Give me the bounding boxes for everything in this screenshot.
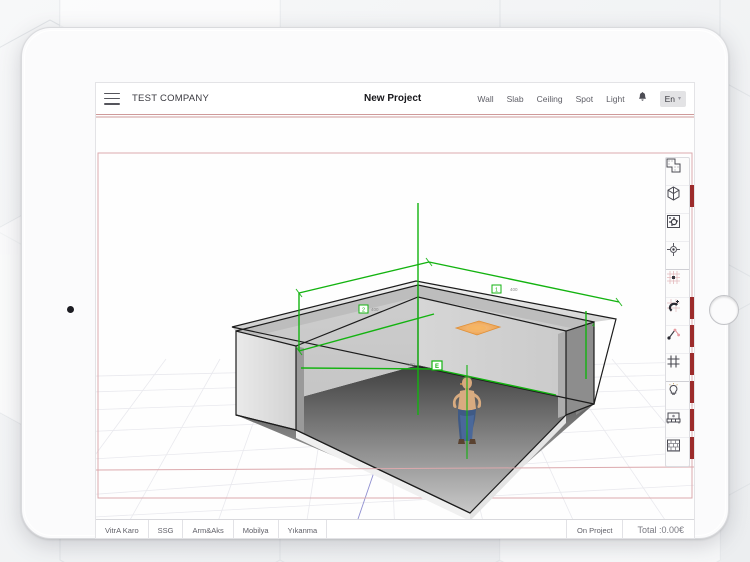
room-wall-front-left <box>236 331 296 430</box>
catalog-tab-vitra-karo[interactable]: VitrA Karo <box>96 520 149 539</box>
dimension-value-e: 500 <box>407 362 415 367</box>
grid-snap-tool-icon[interactable] <box>666 270 689 298</box>
language-selector[interactable]: En ▾ <box>660 91 686 107</box>
front-camera-icon <box>67 306 74 313</box>
top-navigation: Wall Slab Ceiling Spot Light En ▾ <box>477 91 688 107</box>
hamburger-menu-icon[interactable] <box>104 93 120 105</box>
dimension-label-2-text: 2 <box>362 308 365 314</box>
wall-thickness-left <box>296 346 304 433</box>
lightbulb-tool-icon[interactable] <box>666 382 689 410</box>
dimension-label-1-text: 1 <box>495 288 498 294</box>
3d-scene: 1 400 2 400 E 500 4 <box>96 115 694 519</box>
dimension-value-2: 400 <box>371 307 379 312</box>
company-name: TEST COMPANY <box>132 93 209 104</box>
rail-marker <box>690 297 694 319</box>
rail-marker <box>690 409 694 431</box>
grid-tool-icon[interactable] <box>666 354 689 382</box>
target-tool-icon[interactable] <box>666 242 689 270</box>
page-title: New Project <box>364 93 421 104</box>
wall-thickness-right <box>558 331 566 418</box>
app-screen: TEST COMPANY New Project Wall Slab Ceili… <box>95 82 695 539</box>
magnet-snap-tool-icon[interactable] <box>666 298 689 326</box>
floorplan-tool-icon[interactable] <box>666 158 689 186</box>
tablet-device-frame: TEST COMPANY New Project Wall Slab Ceili… <box>21 27 729 539</box>
bell-glyph <box>638 92 647 103</box>
catalog-tab-mobilya[interactable]: Mobilya <box>234 520 279 539</box>
catalog-tab-ssg[interactable]: SSG <box>149 520 184 539</box>
3d-cube-tool-icon[interactable] <box>666 186 689 214</box>
app-header: TEST COMPANY New Project Wall Slab Ceili… <box>96 83 694 115</box>
dimension-label-4[interactable]: 4 <box>592 323 595 329</box>
dimension-label-4-text: 4 <box>592 323 595 329</box>
dimension-label-1[interactable]: 1 400 <box>492 285 518 294</box>
bottom-toolbar: VitrA Karo SSG Arm&Aks Mobilya Yıkanma O… <box>96 519 694 539</box>
bell-icon[interactable] <box>638 92 647 106</box>
chevron-down-icon: ▾ <box>678 95 681 102</box>
rail-marker <box>690 381 694 403</box>
measure-tool-icon[interactable] <box>666 326 689 354</box>
rail-marker <box>690 325 694 347</box>
nav-item-ceiling[interactable]: Ceiling <box>537 94 563 104</box>
nav-item-slab[interactable]: Slab <box>507 94 524 104</box>
language-label: En <box>665 94 675 104</box>
dimension-value-1: 400 <box>510 287 518 292</box>
wall-tile-tool-icon[interactable] <box>666 438 689 466</box>
nav-item-spot[interactable]: Spot <box>576 94 594 104</box>
nav-item-wall[interactable]: Wall <box>477 94 493 104</box>
rail-marker <box>690 437 694 459</box>
rail-marker <box>690 353 694 375</box>
rail-marker <box>690 185 694 207</box>
toolbar-spacer <box>327 520 567 539</box>
on-project-button[interactable]: On Project <box>567 520 623 539</box>
nav-item-light[interactable]: Light <box>606 94 624 104</box>
furniture-tool-icon[interactable] <box>666 410 689 438</box>
home-button[interactable] <box>709 295 739 325</box>
catalog-tab-arm-aks[interactable]: Arm&Aks <box>183 520 233 539</box>
tool-rail <box>665 157 690 467</box>
catalog-tab-yikanma[interactable]: Yıkanma <box>279 520 328 539</box>
total-price: Total :0.00€ <box>623 520 694 539</box>
dimension-label-e-text: E <box>435 364 439 370</box>
texture-tool-icon[interactable] <box>666 214 689 242</box>
3d-viewport[interactable]: 1 400 2 400 E 500 4 <box>96 115 694 519</box>
